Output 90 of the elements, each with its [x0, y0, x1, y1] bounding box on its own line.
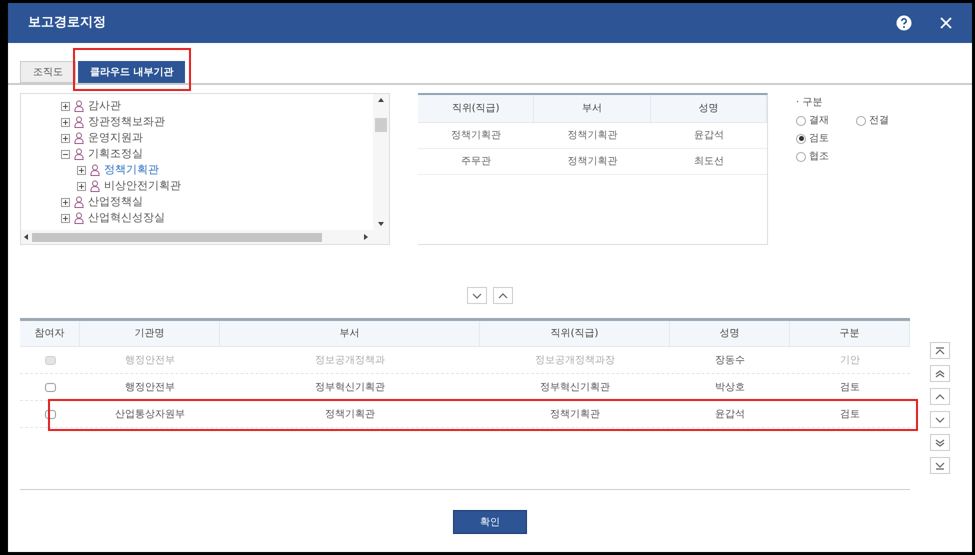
radio-button[interactable] — [856, 116, 866, 126]
vertical-scrollbar[interactable] — [373, 94, 389, 230]
expand-icon[interactable] — [61, 118, 70, 126]
tree-item[interactable]: 감사관 — [88, 98, 121, 114]
tree-item[interactable]: 기획조정실 — [88, 146, 143, 162]
chevron-up-icon — [935, 392, 945, 400]
table-row[interactable]: 산업통상자원부 정책기획관 정책기획관 윤갑석 검토 — [20, 401, 910, 428]
tree-item[interactable]: 비상안전기획관 — [104, 178, 181, 194]
radio-option[interactable]: 결재 — [796, 113, 856, 128]
column-header: 참여자 — [20, 321, 80, 346]
table-cell-text: 윤갑석 — [714, 408, 746, 422]
table-cell-text: 정책기획관 — [324, 408, 376, 422]
chevron-down-icon — [472, 292, 482, 300]
person-icon — [74, 148, 84, 160]
tree-item[interactable]: 정책기획관 — [104, 162, 159, 178]
radio-option[interactable]: 검토 — [796, 131, 946, 146]
checkbox[interactable] — [44, 382, 56, 392]
tree-item[interactable]: 산업혁신성장실 — [88, 210, 165, 226]
double-chevron-down-icon — [935, 438, 945, 446]
person-icon — [74, 132, 84, 144]
window-title: 보고경로지정 — [28, 14, 106, 32]
chevron-bar-down-icon — [935, 462, 945, 470]
person-icon — [90, 164, 100, 176]
column-header: 직위(직급) — [418, 95, 534, 122]
radio-option[interactable]: 전결 — [856, 113, 926, 128]
move-up-button[interactable] — [493, 287, 513, 304]
table-cell-text: 정책기획관 — [450, 129, 502, 143]
table-cell-text: 검토 — [839, 408, 861, 422]
move-down-button[interactable] — [467, 287, 487, 304]
expand-icon[interactable] — [77, 166, 86, 174]
table-cell-text: 주무관 — [460, 155, 492, 169]
radio-button[interactable] — [796, 134, 806, 144]
table-cell-text: 정보공개정책과 — [314, 354, 386, 368]
person-icon — [74, 212, 84, 224]
table-cell-text: 박상호 — [714, 380, 746, 394]
table-cell-text: 정책기획관 — [549, 408, 601, 422]
table-row[interactable]: 행정안전부 정부혁신기획관 정부혁신기획관 박상호 검토 — [20, 374, 910, 401]
person-icon — [74, 196, 84, 208]
table-cell-text: 검토 — [839, 380, 861, 394]
chevron-bar-up-icon — [935, 346, 945, 354]
group-title: · 구분 — [796, 96, 824, 110]
move-up-fast-button[interactable] — [930, 365, 950, 382]
table-cell-text: 정부혁신기획관 — [314, 380, 386, 394]
column-header: 성명 — [670, 321, 790, 346]
help-icon[interactable] — [896, 15, 912, 31]
table-cell-text: 행정안전부 — [124, 354, 176, 368]
radio-button[interactable] — [796, 116, 806, 126]
column-header: 구분 — [790, 321, 910, 346]
tab[interactable]: 클라우드 내부기관 — [78, 61, 186, 83]
chevron-up-icon — [498, 292, 508, 300]
table-cell-text: 정부혁신기획관 — [539, 380, 611, 394]
move-top-button[interactable] — [930, 342, 950, 359]
table-cell-text: 산업통상자원부 — [114, 408, 186, 422]
confirm-button[interactable]: 확인 — [453, 510, 527, 534]
chevron-down-icon — [935, 416, 945, 424]
expand-icon[interactable] — [61, 134, 70, 142]
expand-icon[interactable] — [61, 102, 70, 110]
table-cell-text: 정책기획관 — [566, 155, 618, 169]
radio-button[interactable] — [796, 152, 806, 162]
person-icon — [74, 116, 84, 128]
tree-item[interactable]: 산업정책실 — [88, 194, 143, 210]
column-header: 성명 — [650, 95, 767, 122]
move-down-fast-button[interactable] — [930, 434, 950, 451]
table-cell-text: 장동수 — [714, 354, 746, 368]
table-cell-text: 윤갑석 — [692, 129, 725, 143]
person-icon — [74, 100, 84, 112]
move-up-button[interactable] — [930, 388, 950, 405]
collapse-icon[interactable] — [61, 150, 70, 158]
table-cell-text: 최도선 — [692, 155, 725, 169]
table-cell-text: 정책기획관 — [566, 129, 618, 143]
person-icon — [90, 180, 100, 192]
tree-item[interactable]: 운영지원과 — [88, 130, 143, 146]
expand-icon[interactable] — [61, 214, 70, 222]
table-cell-text: 정보공개정책과장 — [534, 354, 616, 368]
column-header: 기관명 — [80, 321, 220, 346]
tree-item[interactable]: 장관정책보좌관 — [88, 114, 165, 130]
move-down-button[interactable] — [930, 411, 950, 428]
expand-icon[interactable] — [77, 182, 86, 190]
expand-icon[interactable] — [61, 198, 70, 206]
column-header: 부서 — [220, 321, 480, 346]
close-icon[interactable] — [940, 17, 952, 29]
table-cell-text: 행정안전부 — [124, 380, 176, 394]
radio-option[interactable]: 협조 — [796, 149, 946, 164]
move-bottom-button[interactable] — [930, 457, 950, 474]
horizontal-scrollbar[interactable] — [21, 230, 389, 244]
column-header: 직위(직급) — [480, 321, 670, 346]
double-chevron-up-icon — [935, 370, 945, 378]
table-cell-text: 기안 — [839, 354, 861, 368]
tab[interactable]: 조직도 — [20, 61, 76, 83]
column-header: 부서 — [534, 95, 651, 122]
